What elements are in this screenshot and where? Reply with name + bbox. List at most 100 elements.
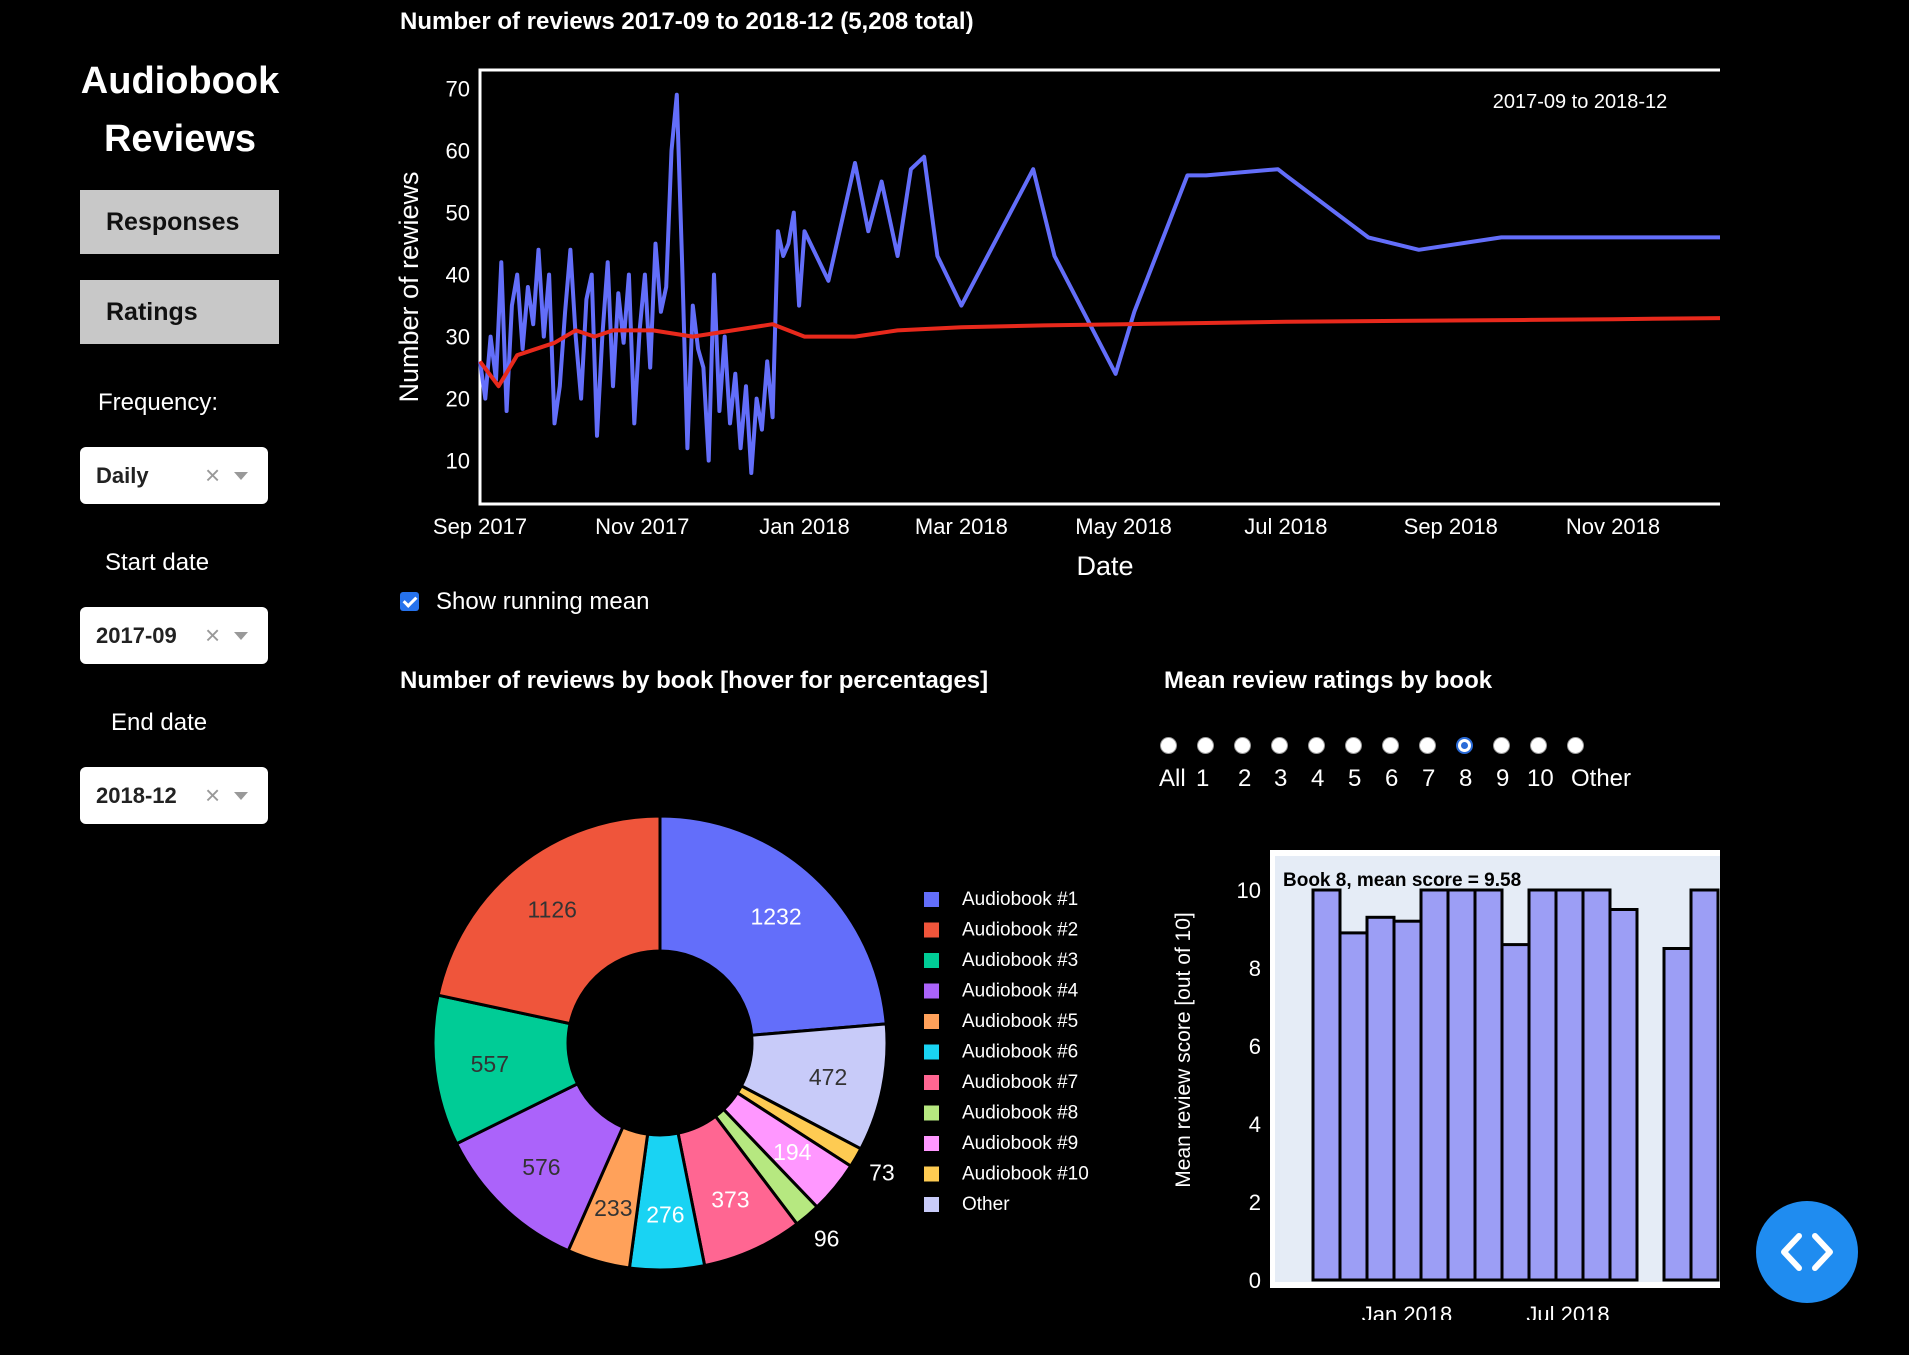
x-tick-label: May 2018	[1075, 514, 1172, 539]
donut-chart-title: Number of reviews by book [hover for per…	[400, 667, 989, 694]
x-tick-label: Nov 2017	[595, 514, 689, 539]
start-date-dropdown[interactable]: 2017-09 ×	[80, 607, 268, 664]
app-title: Audiobook Reviews	[60, 52, 300, 168]
donut-value-label: 276	[646, 1201, 684, 1227]
radio-label[interactable]: 6	[1385, 765, 1398, 793]
legend-swatch	[924, 953, 939, 968]
y-tick-label: 30	[446, 325, 470, 350]
radio-label[interactable]: 2	[1238, 765, 1251, 793]
y-tick-label: 10	[446, 449, 470, 474]
rating-bar	[1662, 947, 1693, 1282]
legend-swatch	[924, 1014, 939, 1029]
donut-value-label: 194	[773, 1139, 812, 1165]
legend-swatch	[924, 983, 939, 999]
radio-book-7[interactable]	[1419, 737, 1436, 754]
running-mean-checkbox[interactable]	[400, 592, 419, 611]
reviews-donut-chart: 1232 472 73 194 96 373 276 233 576 557 1126 Audiobo…	[431, 814, 1089, 1272]
radio-label[interactable]: 10	[1527, 765, 1554, 793]
radio-book-4[interactable]	[1308, 737, 1325, 754]
donut-value-label: 233	[594, 1195, 632, 1221]
rating-bar	[1608, 908, 1639, 1282]
radio-book-9[interactable]	[1493, 737, 1510, 754]
reviews-line-chart: 10 20 30 40 50 60 70 Sep 2017 Nov 2017 Jan 2018 Ma…	[394, 68, 1720, 581]
rating-bar	[1500, 943, 1531, 1282]
radio-label[interactable]: Other	[1571, 765, 1631, 793]
radio-book-all[interactable]	[1160, 737, 1177, 754]
rating-bar	[1446, 888, 1477, 1282]
radio-book-10[interactable]	[1530, 737, 1547, 754]
y-tick-label: 10	[1237, 878, 1261, 903]
chevron-down-icon[interactable]	[234, 472, 248, 480]
end-date-dropdown[interactable]: 2018-12 ×	[80, 767, 268, 824]
rating-bar	[1392, 919, 1423, 1282]
radio-label[interactable]: All	[1159, 765, 1186, 793]
clear-icon[interactable]: ×	[205, 447, 220, 504]
radio-book-1[interactable]	[1197, 737, 1214, 754]
legend-swatch	[924, 1105, 939, 1121]
code-toggle-button[interactable]	[1756, 1201, 1858, 1303]
y-tick-label: 8	[1249, 956, 1261, 981]
responses-button[interactable]: Responses	[80, 190, 279, 254]
legend-label: Audiobook #9	[962, 1133, 1078, 1154]
rating-bar	[1311, 888, 1342, 1282]
line-chart-title: Number of reviews 2017-09 to 2018-12 (5,…	[400, 8, 974, 35]
chevron-down-icon[interactable]	[234, 792, 248, 800]
x-tick-label: Jan 2018	[759, 514, 850, 539]
y-tick-label: 0	[1249, 1268, 1261, 1293]
legend-swatch	[924, 1166, 939, 1182]
donut-value-label: 1126	[528, 897, 577, 923]
radio-book-6[interactable]	[1382, 737, 1399, 754]
radio-label[interactable]: 1	[1196, 765, 1209, 793]
rating-bar	[1365, 915, 1396, 1282]
rating-bar	[1338, 931, 1369, 1282]
legend-label: Audiobook #2	[962, 920, 1078, 941]
donut-value-label: 73	[869, 1160, 895, 1186]
clear-icon[interactable]: ×	[205, 607, 220, 664]
chevron-down-icon[interactable]	[234, 632, 248, 640]
app-title-line2: Reviews	[103, 118, 257, 160]
legend-swatch	[924, 1075, 939, 1090]
radio-book-2[interactable]	[1234, 737, 1251, 754]
radio-label[interactable]: 4	[1311, 765, 1324, 793]
radio-book-other[interactable]	[1567, 737, 1584, 754]
x-tick-label: Nov 2018	[1566, 514, 1660, 539]
ratings-bar-chart: 0 2 4 6 8 10 Book 8, mean score = 9.58 Jan 2018…	[1172, 850, 1720, 1320]
y-axis-label: Mean review score [out of 10]	[1172, 912, 1195, 1187]
y-tick-label: 70	[446, 77, 470, 102]
end-date-value: 2018-12	[96, 783, 177, 808]
legend-label: Audiobook #3	[962, 950, 1078, 971]
radio-label[interactable]: 7	[1422, 765, 1435, 793]
radio-label[interactable]: 3	[1274, 765, 1287, 793]
y-tick-label: 6	[1249, 1034, 1261, 1059]
app-title-line1: Audiobook	[80, 60, 280, 102]
y-tick-label: 50	[446, 201, 470, 226]
frequency-value: Daily	[96, 463, 149, 488]
radio-book-8[interactable]	[1456, 737, 1473, 754]
running-mean-label[interactable]: Show running mean	[436, 588, 649, 616]
radio-book-5[interactable]	[1345, 737, 1362, 754]
radio-label[interactable]: 8	[1459, 765, 1472, 793]
rating-bar	[1581, 888, 1612, 1282]
radio-label[interactable]: 9	[1496, 765, 1509, 793]
legend-label: Audiobook #7	[962, 1072, 1078, 1093]
x-tick-label: Sep 2017	[433, 514, 527, 539]
legend-swatch	[924, 892, 939, 907]
radio-book-3[interactable]	[1271, 737, 1288, 754]
frequency-dropdown[interactable]: Daily ×	[80, 447, 268, 504]
donut-value-label: 472	[809, 1064, 847, 1090]
x-tick-label: Mar 2018	[915, 514, 1008, 539]
y-axis-label: Number of rewiews	[394, 171, 424, 402]
donut-value-label: 1232	[750, 904, 801, 930]
radio-label[interactable]: 5	[1348, 765, 1361, 793]
legend-label: Audiobook #1	[962, 889, 1078, 910]
start-date-value: 2017-09	[96, 623, 177, 648]
x-tick-label: Jan 2018	[1362, 1302, 1453, 1320]
donut-value-label: 373	[711, 1186, 749, 1212]
rating-bar	[1527, 888, 1558, 1282]
rating-bar	[1473, 888, 1504, 1282]
x-axis-label: Date	[1076, 551, 1133, 581]
legend-label: Audiobook #10	[962, 1164, 1089, 1185]
sidebar: Audiobook Reviews Responses Ratings Freq…	[0, 0, 360, 1355]
clear-icon[interactable]: ×	[205, 767, 220, 824]
ratings-button[interactable]: Ratings	[80, 280, 279, 344]
